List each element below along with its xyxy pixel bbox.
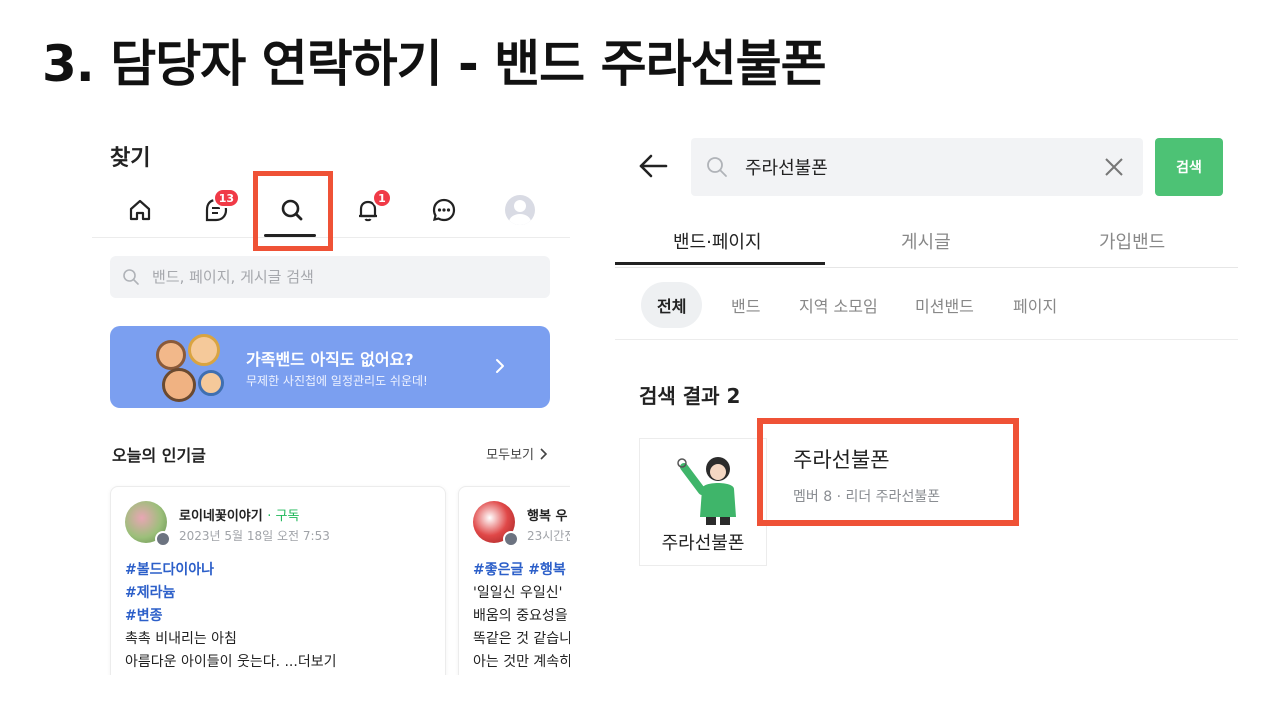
family-illustration <box>152 334 232 402</box>
search-results-panel: 검색 밴드·페이지 게시글 가입밴드 전체 밴드 지역 소모임 미션밴드 페이지… <box>615 130 1240 580</box>
avatar-icon <box>505 195 535 225</box>
post-tag[interactable]: #볼드다이아나 <box>125 559 214 579</box>
nav-chat[interactable] <box>424 190 464 230</box>
thumb-text: 주라선불폰 <box>662 533 745 554</box>
post-text: 똑같은 것 같습니 <box>473 631 570 647</box>
post-date: 2023년 5월 18일 오전 7:53 <box>179 529 330 543</box>
follow-label[interactable]: · 구독 <box>267 509 299 524</box>
clear-icon[interactable] <box>1103 156 1125 178</box>
result-count: 검색 결과 2 <box>639 384 741 408</box>
post-text: 배움의 중요성을 <box>473 608 568 624</box>
notification-badge: 1 <box>372 188 392 208</box>
band-thumbnail[interactable]: 주라선불폰 <box>639 438 767 566</box>
result-search-input[interactable] <box>745 156 1085 178</box>
slide-title: 3. 담당자 연락하기 - 밴드 주라선불폰 <box>42 35 827 93</box>
post-date: 23시간전 <box>527 529 570 543</box>
banner-subtitle: 무제한 사진첩에 일정관리도 쉬운데! <box>246 374 428 388</box>
post-text: 촉촉 비내리는 아침 <box>125 631 237 647</box>
nav-feed[interactable]: 13 <box>196 188 240 230</box>
band-search-bar[interactable] <box>110 256 550 298</box>
chat-icon <box>432 198 456 222</box>
search-icon <box>123 269 139 285</box>
search-badge-icon <box>155 531 171 547</box>
chip-page[interactable]: 페이지 <box>997 282 1073 328</box>
highlight-result-box <box>757 418 1019 526</box>
nav-notifications[interactable]: 1 <box>348 188 392 230</box>
find-title: 찾기 <box>110 146 151 171</box>
see-all-label: 모두보기 <box>486 448 534 463</box>
nav-home[interactable] <box>120 190 160 230</box>
popular-post-card[interactable]: 로이네꽃이야기 · 구독 2023년 5월 18일 오전 7:53 #볼드다이아… <box>110 486 446 675</box>
post-tag[interactable]: #제라늄 <box>125 582 175 602</box>
chevron-right-icon <box>496 359 504 373</box>
nav-profile[interactable] <box>500 190 540 230</box>
post-text: '일일신 우일신' <box>473 585 563 601</box>
post-text: 아름다운 아이들이 웃는다. ...더보기 <box>125 654 337 670</box>
search-home-panel: 찾기 13 1 가족 <box>92 130 570 675</box>
tab-joined-bands[interactable]: 가입밴드 <box>1099 228 1165 254</box>
tab-active-indicator <box>615 262 825 265</box>
chip-band[interactable]: 밴드 <box>715 282 776 328</box>
banner-title: 가족밴드 아직도 없어요? <box>246 350 414 369</box>
result-search-bar[interactable] <box>691 138 1143 196</box>
popular-posts-title: 오늘의 인기글 <box>112 446 206 465</box>
chevron-right-icon <box>540 447 548 460</box>
feed-badge: 13 <box>212 188 240 208</box>
chip-local-group[interactable]: 지역 소모임 <box>783 282 894 328</box>
post-text: 아는 것만 계속히 <box>473 654 570 670</box>
post-band-name: 행복 우 <box>527 509 568 524</box>
search-button[interactable]: 검색 <box>1155 138 1223 196</box>
tab-band-page[interactable]: 밴드·페이지 <box>673 228 762 254</box>
home-icon <box>129 199 151 221</box>
search-icon <box>707 157 727 177</box>
post-band-name: 로이네꽃이야기 · 구독 <box>179 509 300 524</box>
see-all-link[interactable]: 모두보기 <box>486 444 548 463</box>
band-search-input[interactable] <box>152 268 512 286</box>
post-tag[interactable]: #좋은글 #행복 <box>473 559 566 579</box>
popular-post-card[interactable]: 행복 우 23시간전 #좋은글 #행복 '일일신 우일신' 배움의 중요성을 똑… <box>458 486 570 675</box>
back-arrow-icon[interactable] <box>637 152 669 180</box>
post-tag[interactable]: #변종 <box>125 605 163 625</box>
band-cover-illustration: 주라선불폰 <box>662 457 745 554</box>
result-tabs: 밴드·페이지 게시글 가입밴드 <box>615 214 1238 268</box>
highlight-search-box <box>253 171 333 251</box>
chip-mission-band[interactable]: 미션밴드 <box>899 282 990 328</box>
tab-posts[interactable]: 게시글 <box>901 228 951 254</box>
chip-all[interactable]: 전체 <box>641 282 703 328</box>
search-badge-icon <box>503 531 519 547</box>
filter-chips: 전체 밴드 지역 소모임 미션밴드 페이지 <box>615 280 1238 340</box>
family-band-banner[interactable]: 가족밴드 아직도 없어요? 무제한 사진첩에 일정관리도 쉬운데! <box>110 326 550 408</box>
